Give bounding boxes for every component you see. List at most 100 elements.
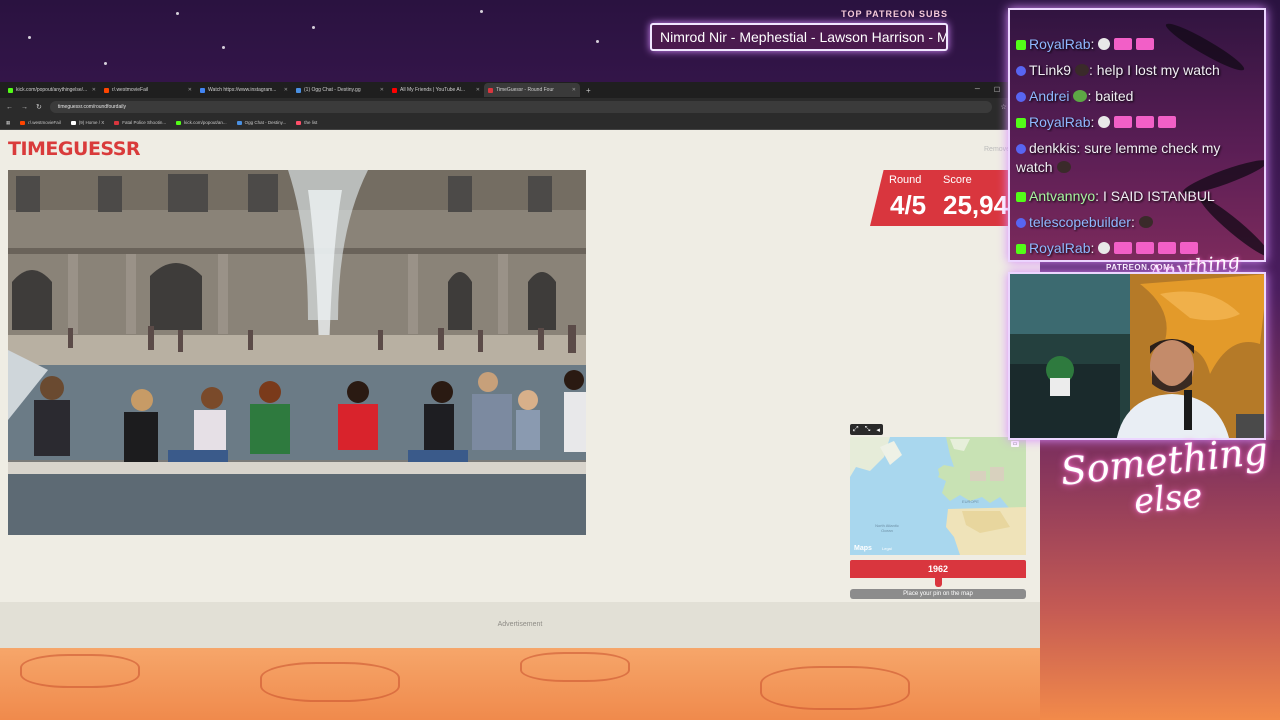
news-icon — [114, 120, 120, 125]
reload-icon[interactable]: ↻ — [36, 103, 42, 111]
discord-badge-icon — [1016, 92, 1026, 102]
browser-tab[interactable]: All My Friends | YouTube Al... ✕ — [388, 83, 484, 97]
hide-map-icon[interactable]: ◂ — [876, 426, 880, 434]
emote-icon — [1114, 242, 1133, 254]
emote-icon — [1158, 116, 1177, 128]
close-icon[interactable]: ✕ — [380, 87, 384, 93]
kick-icon — [176, 120, 182, 125]
star-decoration — [596, 40, 599, 43]
emote-icon — [1138, 216, 1153, 228]
bookmark-item[interactable]: Fatal Police Shootin... — [114, 120, 166, 125]
chat-username[interactable]: TLink9 — [1029, 62, 1071, 78]
emote-icon — [1075, 64, 1090, 76]
chat-username[interactable]: telescopebuilder — [1029, 214, 1131, 230]
bookmark-item[interactable]: Ogg Chat - Destiny... — [236, 120, 287, 125]
ground-crack — [260, 662, 400, 702]
browser-tab-active[interactable]: TimeGuessr - Round Four ✕ — [484, 83, 580, 97]
destiny-icon — [236, 120, 242, 125]
advertisement-area: Advertisement — [0, 602, 1040, 648]
star-decoration — [176, 12, 179, 15]
chat-username[interactable]: RoyalRab — [1029, 114, 1090, 130]
close-icon[interactable]: ✕ — [572, 87, 576, 93]
star-decoration — [222, 46, 225, 49]
browser-tab[interactable]: kick.com/popout/anythingelse/... ✕ — [4, 83, 100, 97]
browser-tab[interactable]: Watch https://www.instagram... ✕ — [196, 83, 292, 97]
close-icon[interactable]: ✕ — [284, 87, 288, 93]
year-display: 1962 — [850, 560, 1026, 578]
star-decoration — [312, 26, 315, 29]
advertisement-label: Advertisement — [497, 621, 543, 628]
kick-badge-icon — [1016, 40, 1026, 50]
url-input[interactable]: timeguessr.com/roundfourdaily — [49, 101, 993, 113]
browser-tab[interactable]: (1) Ogg Chat - Destiny.gg ✕ — [292, 83, 388, 97]
bookmark-label: Ogg Chat - Destiny... — [244, 120, 287, 125]
star-decoration — [28, 36, 31, 39]
fullscreen-icon[interactable]: ▭ — [1011, 441, 1019, 447]
bookmark-item[interactable]: (9) Home / X — [70, 120, 104, 125]
close-icon[interactable]: ✕ — [92, 87, 96, 93]
timeguessr-page: TIMEGUESSR Remove Ads Round Score 4/5 25… — [0, 130, 1040, 648]
close-icon[interactable]: ✕ — [188, 87, 192, 93]
site-logo[interactable]: TIMEGUESSR — [8, 138, 141, 160]
tab-label: All My Friends | YouTube Al... — [400, 87, 466, 93]
emote-icon — [1136, 38, 1155, 50]
emote-icon — [1136, 242, 1155, 254]
chat-text: : baited — [1087, 88, 1134, 104]
bookmark-item[interactable]: r/.westmovieFail — [20, 120, 61, 125]
emote-icon — [1098, 116, 1111, 128]
year-slider-thumb[interactable] — [935, 578, 942, 587]
map-controls: ⤢ ⤡ ◂ — [850, 424, 883, 435]
timeguessr-icon — [488, 87, 493, 93]
emote-icon — [1098, 242, 1111, 254]
browser-tab[interactable]: r/.westmovieFail ✕ — [100, 83, 196, 97]
ground-crack — [20, 654, 140, 688]
chat-text: : — [1090, 240, 1095, 256]
star-decoration — [480, 10, 483, 13]
bookmark-item[interactable]: kick.com/popout/an... — [176, 120, 227, 125]
bookmark-label: the list — [304, 120, 318, 125]
map-legal-link[interactable]: Legal — [882, 546, 892, 551]
bookmark-label: r/.westmovieFail — [28, 120, 61, 125]
chat-text: : — [1090, 36, 1095, 52]
chat-message: TLink9: help I lost my watch — [1016, 61, 1264, 80]
place-pin-button[interactable]: Place your pin on the map — [850, 589, 1026, 599]
minimize-icon[interactable]: ─ — [975, 86, 980, 94]
pin-map-icon[interactable]: ⤡ — [865, 426, 871, 434]
year-slider[interactable] — [850, 578, 1026, 588]
kick-badge-icon — [1016, 244, 1026, 254]
tab-label: TimeGuessr - Round Four — [496, 87, 554, 93]
maximize-icon[interactable]: ☐ — [994, 86, 1000, 94]
round-value: 4/5 — [890, 190, 927, 220]
chat-message: telescopebuilder: — [1016, 213, 1264, 232]
chat-username[interactable]: Andrei — [1029, 88, 1069, 104]
list-icon — [296, 120, 302, 125]
guess-map[interactable]: EUROPE North Atlantic Ocean ▭ Maps Legal — [850, 437, 1026, 555]
bookmark-item[interactable]: the list — [296, 120, 317, 125]
kick-badge-icon — [1016, 118, 1026, 128]
tab-label: kick.com/popout/anythingelse/... — [16, 87, 88, 93]
expand-map-icon[interactable]: ⤢ — [853, 426, 859, 434]
tab-label: Watch https://www.instagram... — [208, 87, 277, 93]
webcam-illustration — [1010, 274, 1264, 438]
bookmark-star-icon[interactable]: ☆ — [1000, 103, 1006, 111]
back-icon[interactable]: ← — [6, 104, 13, 111]
youtube-icon — [392, 87, 397, 93]
close-icon[interactable]: ✕ — [476, 87, 480, 93]
chat-username[interactable]: denkkis — [1029, 140, 1076, 156]
chat-username[interactable]: RoyalRab — [1029, 240, 1090, 256]
webcam-feed — [1008, 272, 1266, 440]
destiny-icon — [296, 87, 301, 93]
bookmark-label: Fatal Police Shootin... — [122, 120, 167, 125]
chat-username[interactable]: Antvannyo — [1029, 188, 1095, 204]
emote-icon — [1114, 116, 1133, 128]
bookmark-label: kick.com/popout/an... — [184, 120, 227, 125]
chat-text: : I SAID ISTANBUL — [1095, 188, 1215, 204]
apps-icon[interactable]: ▦ — [6, 120, 10, 126]
emote-icon — [1098, 38, 1111, 50]
apple-maps-logo: Maps — [854, 545, 872, 552]
chat-username[interactable]: RoyalRab — [1029, 36, 1090, 52]
tab-bar: kick.com/popout/anythingelse/... ✕ r/.wes… — [0, 82, 1040, 98]
chat-message: RoyalRab: — [1016, 113, 1264, 132]
new-tab-button[interactable]: + — [586, 86, 591, 95]
forward-icon[interactable]: → — [21, 104, 28, 111]
